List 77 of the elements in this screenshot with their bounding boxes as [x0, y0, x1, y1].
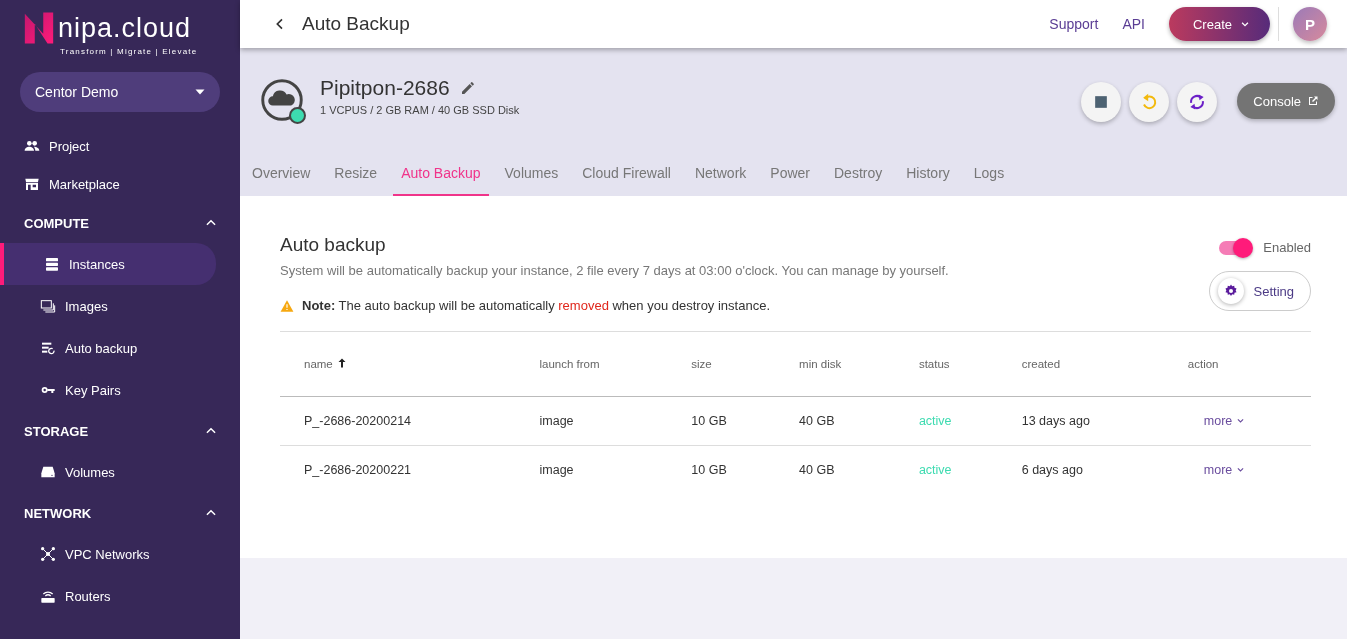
toggle-label: Enabled — [1263, 240, 1311, 255]
header-link[interactable]: Support — [1049, 16, 1099, 32]
column-header: created — [997, 332, 1164, 396]
sidebar-item[interactable]: Marketplace — [0, 165, 216, 203]
column-header: status — [894, 332, 998, 396]
table-cell: 40 GB — [775, 445, 895, 494]
edit-pencil-icon[interactable] — [459, 80, 476, 96]
tab[interactable]: Cloud Firewall — [574, 156, 679, 196]
external-link-icon — [1307, 95, 1319, 107]
table-cell: 10 GB — [667, 445, 776, 494]
instance-name: Pipitpon-2686 — [320, 76, 450, 100]
description-text: System will be automatically backup your instance, 2 file every 7 days at 03:00 o'clock. You can manage by yourself. — [280, 263, 949, 278]
backup-list-icon — [40, 340, 56, 356]
page-title: Auto Backup — [302, 13, 410, 35]
brand-name: nipa.cloud — [58, 13, 192, 43]
column-header: action — [1163, 332, 1311, 396]
table-cell: image — [515, 445, 668, 494]
sidebar-item[interactable]: Project — [0, 127, 216, 165]
tab[interactable]: Overview — [244, 156, 319, 196]
section-heading: STORAGE — [24, 423, 89, 439]
sidebar-item[interactable]: Routers — [0, 575, 216, 617]
toggle-switch[interactable] — [1219, 240, 1252, 255]
table-cell: 40 GB — [775, 396, 895, 445]
chevron-down-icon — [1236, 465, 1246, 475]
tab[interactable]: Volumes — [496, 156, 567, 196]
chevron-down-icon — [1240, 19, 1250, 29]
cloud-server-icon — [260, 78, 304, 122]
brand-tagline: Transform | Migrate | Elevate — [60, 47, 199, 56]
tab[interactable]: Logs — [965, 156, 1013, 196]
tab[interactable]: History — [898, 156, 958, 196]
table-cell: 13 days ago — [997, 396, 1164, 445]
instance-specs: 1 VCPUS / 2 GB RAM / 40 GB SSD Disk — [320, 104, 520, 116]
table-cell: 10 GB — [667, 396, 776, 445]
column-header[interactable]: name — [280, 332, 516, 396]
sidebar-item[interactable]: Volumes — [0, 451, 216, 493]
section-heading: NETWORK — [24, 505, 92, 521]
note-text: Note: The auto backup will be automatically removed when you destroy instance. — [302, 298, 770, 313]
column-header: size — [667, 332, 776, 396]
section-title: Auto backup — [280, 234, 387, 256]
sidebar-item[interactable]: Auto backup — [0, 327, 216, 369]
people-icon — [24, 138, 40, 154]
more-link[interactable]: more — [1203, 413, 1246, 428]
tab[interactable]: Resize — [326, 156, 386, 196]
drive-icon — [40, 464, 56, 480]
sidebar-item[interactable]: VPC Networks — [0, 533, 216, 575]
tab[interactable]: Network — [686, 156, 755, 196]
sidebar-item[interactable]: Instances — [0, 243, 216, 285]
settings-icon — [1223, 284, 1238, 298]
more-link[interactable]: more — [1203, 462, 1246, 477]
server-stack-icon — [44, 256, 60, 272]
table-cell: P_-2686-20200214 — [280, 396, 516, 445]
stacked-images-icon — [40, 298, 56, 314]
project-dropdown[interactable]: Centor Demo — [20, 72, 220, 112]
restart-button[interactable] — [1129, 82, 1170, 122]
table-cell: 6 days ago — [997, 445, 1164, 494]
table-cell: P_-2686-20200221 — [280, 445, 516, 494]
column-header: launch from — [515, 332, 668, 396]
status-text: active — [894, 396, 998, 445]
chevron-down-icon — [1236, 416, 1246, 425]
setting-button[interactable]: Setting — [1208, 271, 1311, 311]
tab[interactable]: Destroy — [826, 156, 891, 196]
header-link[interactable]: API — [1122, 16, 1145, 32]
column-header: min disk — [775, 332, 895, 396]
logo-mark-icon — [22, 10, 56, 46]
table-cell: image — [515, 396, 668, 445]
section-heading: COMPUTE — [24, 215, 89, 231]
network-nodes-icon — [40, 546, 56, 562]
sidebar-item[interactable]: Images — [0, 285, 216, 327]
warning-icon — [280, 298, 294, 313]
create-button[interactable]: Create — [1168, 7, 1270, 41]
tab[interactable]: Power — [762, 156, 818, 196]
status-text: active — [894, 445, 998, 494]
storefront-icon — [24, 176, 40, 192]
console-button[interactable]: Console — [1237, 83, 1335, 119]
rebuild-button[interactable] — [1177, 82, 1218, 122]
sidebar-item[interactable]: Key Pairs — [0, 369, 216, 411]
stop-button[interactable] — [1081, 82, 1122, 122]
